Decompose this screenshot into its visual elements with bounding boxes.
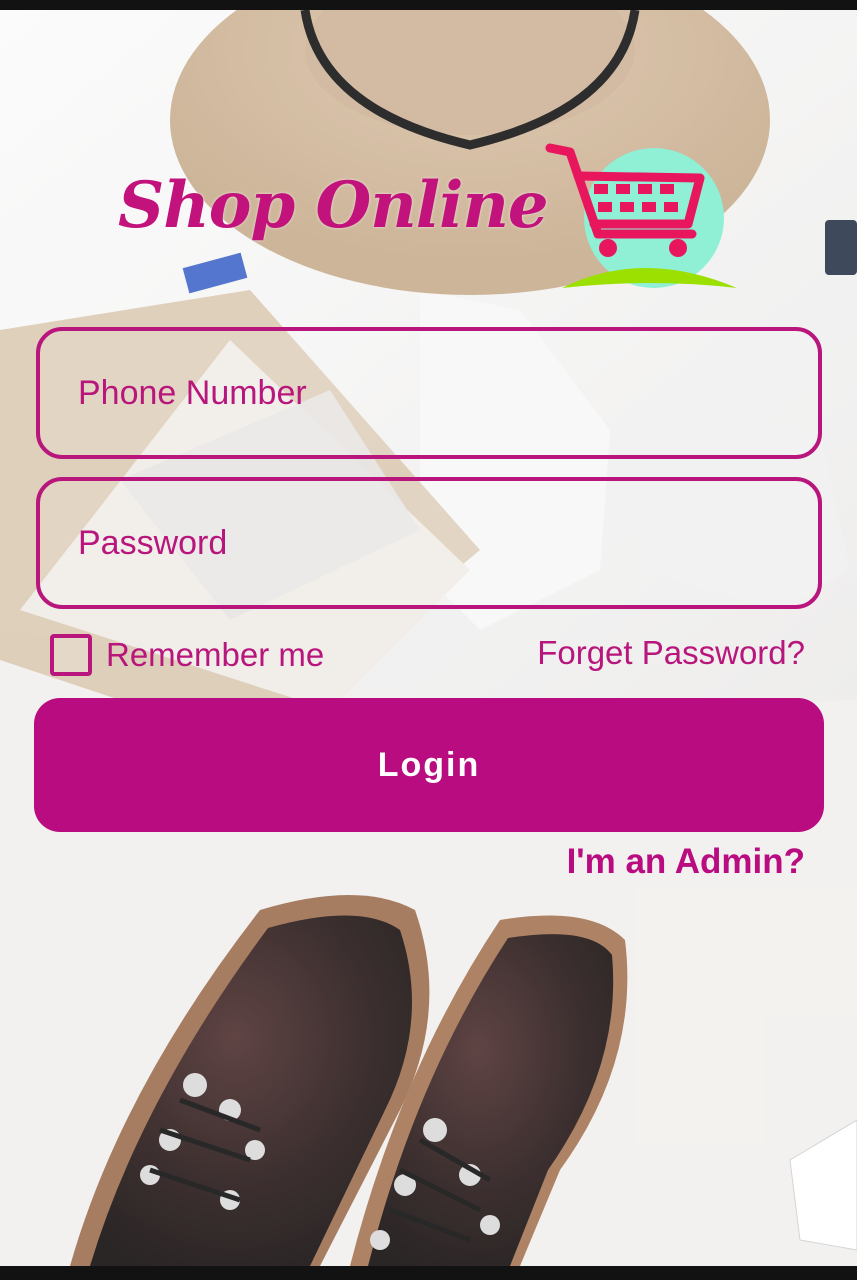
app-logo-text: Shop Online — [118, 168, 549, 243]
password-input[interactable] — [40, 481, 818, 605]
password-field[interactable] — [36, 477, 822, 609]
phone-number-field[interactable] — [36, 327, 822, 459]
remember-me-checkbox[interactable] — [50, 634, 92, 676]
remember-me-label[interactable]: Remember me — [106, 636, 324, 674]
admin-login-link[interactable]: I'm an Admin? — [567, 842, 805, 882]
forget-password-link[interactable]: Forget Password? — [537, 634, 805, 672]
remember-me-row[interactable]: Remember me — [50, 632, 324, 678]
login-button[interactable]: Login — [34, 698, 824, 832]
status-bar — [0, 0, 857, 10]
shopping-cart-icon — [545, 143, 737, 288]
login-screen: Shop Online Remember me Forget Password?… — [0, 0, 857, 1280]
phone-number-input[interactable] — [40, 331, 818, 455]
navigation-bar — [0, 1266, 857, 1280]
